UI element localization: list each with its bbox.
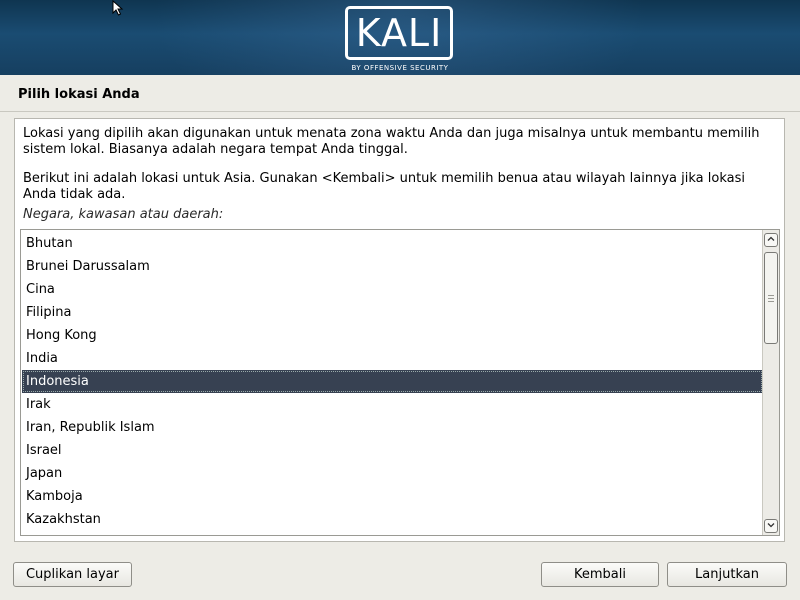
kali-logo: KALI: [345, 6, 453, 60]
content-panel: Lokasi yang dipilih akan digunakan untuk…: [14, 118, 785, 542]
country-list-item[interactable]: Japan: [22, 462, 763, 485]
country-list-item[interactable]: Filipina: [22, 301, 763, 324]
grip-line: [768, 301, 774, 302]
description-paragraph: Lokasi yang dipilih akan digunakan untuk…: [23, 126, 760, 157]
country-list-item[interactable]: Bhutan: [22, 232, 763, 255]
grip-line: [768, 295, 774, 296]
continue-button[interactable]: Lanjutkan: [667, 562, 787, 587]
scrollbar[interactable]: [762, 230, 779, 535]
grip-line: [768, 298, 774, 299]
header-banner: KALI BY OFFENSIVE SECURITY: [0, 0, 800, 75]
screenshot-button[interactable]: Cuplikan layar: [13, 562, 132, 587]
country-list-item[interactable]: Brunei Darussalam: [22, 255, 763, 278]
scroll-up-button[interactable]: [764, 233, 778, 247]
country-list-item[interactable]: Hong Kong: [22, 324, 763, 347]
logo-text: KALI: [355, 11, 443, 55]
list-label: Negara, kawasan atau daerah:: [23, 207, 224, 222]
country-list-item[interactable]: Indonesia: [22, 370, 763, 393]
country-list-item[interactable]: Cina: [22, 278, 763, 301]
country-list-item[interactable]: Iran, Republik Islam: [22, 416, 763, 439]
country-list: Bhutan Brunei Darussalam Cina Filipina Hong …: [22, 232, 763, 531]
back-button[interactable]: Kembali: [541, 562, 659, 587]
country-listbox[interactable]: Bhutan Brunei Darussalam Cina Filipina Hong …: [20, 229, 780, 536]
country-list-item[interactable]: Kamboja: [22, 485, 763, 508]
chevron-up-icon: [767, 236, 775, 241]
scroll-down-button[interactable]: [764, 519, 778, 533]
country-list-item[interactable]: Israel: [22, 439, 763, 462]
instruction-paragraph: Berikut ini adalah lokasi untuk Asia. Gu…: [23, 171, 745, 202]
title-divider: [0, 111, 800, 112]
page-title: Pilih lokasi Anda: [18, 87, 140, 102]
mouse-cursor-icon: [112, 0, 124, 16]
country-list-item[interactable]: Kazakhstan: [22, 508, 763, 531]
logo-subtitle: BY OFFENSIVE SECURITY: [351, 64, 449, 72]
country-list-item[interactable]: India: [22, 347, 763, 370]
chevron-down-icon: [767, 523, 775, 528]
scroll-thumb[interactable]: [764, 252, 778, 344]
country-list-item[interactable]: Irak: [22, 393, 763, 416]
